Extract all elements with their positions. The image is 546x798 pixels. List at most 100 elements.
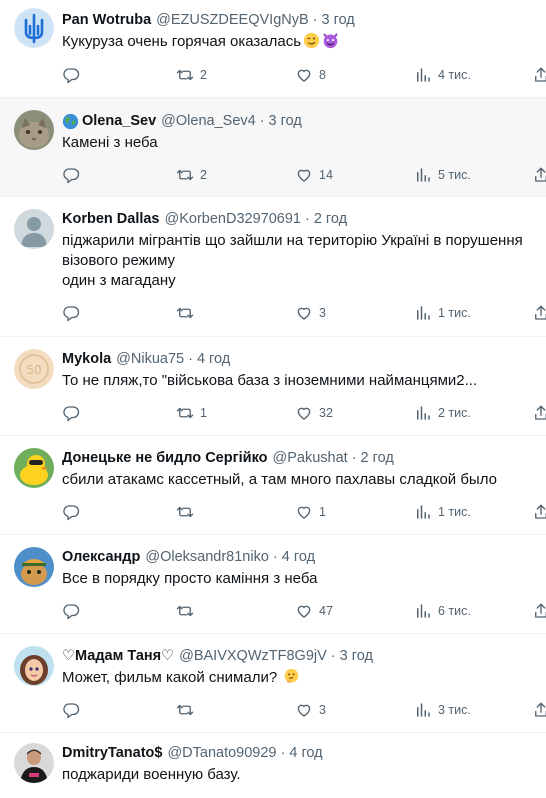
reply-button[interactable] <box>62 601 86 621</box>
heart-icon <box>297 169 311 182</box>
user-name[interactable]: Донецьке не бидло Сергійко <box>62 448 268 468</box>
user-handle[interactable]: @Pakushat <box>273 448 348 468</box>
reply-button[interactable] <box>62 165 86 185</box>
share-button[interactable] <box>532 303 546 323</box>
views-count: 1 тис. <box>438 505 471 519</box>
like-button[interactable]: 1 <box>295 502 326 522</box>
user-handle[interactable]: @BAIVXQWzTF8G9jV <box>179 646 327 666</box>
separator-dot: · <box>259 113 265 129</box>
reply-time[interactable]: 4 год <box>197 349 230 369</box>
user-name[interactable]: Korben Dallas <box>62 209 160 229</box>
reply-time[interactable]: 2 год <box>314 209 347 229</box>
like-button[interactable]: 47 <box>295 601 333 621</box>
separator-dot: · <box>312 12 318 28</box>
retweet-button[interactable]: 2 <box>176 65 207 85</box>
like-count: 14 <box>319 168 333 182</box>
heart-icon <box>297 407 311 420</box>
retweet-button[interactable]: 2 <box>176 165 207 185</box>
retweet-button[interactable] <box>176 601 200 621</box>
separator-dot: · <box>272 549 278 565</box>
retweet-button[interactable] <box>176 303 200 323</box>
avatar[interactable] <box>14 209 54 249</box>
reply-button[interactable] <box>62 303 86 323</box>
reply-item[interactable]: Korben Dallas @KorbenD32970691 · 2 год п… <box>0 197 546 337</box>
retweet-button[interactable]: 1 <box>176 403 207 423</box>
user-handle[interactable]: @Nikua75 <box>116 349 184 369</box>
like-button[interactable]: 3 <box>295 303 326 323</box>
reply-button[interactable] <box>62 502 86 522</box>
heart-icon <box>297 605 311 618</box>
like-count: 1 <box>319 505 326 519</box>
like-button[interactable]: 8 <box>295 65 326 85</box>
avatar[interactable] <box>14 8 54 48</box>
reply-time[interactable]: 3 год <box>322 10 355 30</box>
reply-time[interactable]: 4 год <box>282 547 315 567</box>
reply-text: Все в порядку просто каміння з неба <box>62 570 318 587</box>
user-name[interactable]: ♡Мадам Таня♡ <box>62 646 174 666</box>
views-button[interactable]: 5 тис. <box>414 165 471 185</box>
reply-icon <box>63 306 80 322</box>
views-button[interactable]: 1 тис. <box>414 502 471 522</box>
views-button[interactable]: 6 тис. <box>414 601 471 621</box>
like-button[interactable]: 3 <box>295 700 326 720</box>
reply-item[interactable]: ♡Мадам Таня♡ @BAIVXQWzTF8G9jV · 3 год Мо… <box>0 634 546 733</box>
avatar[interactable] <box>14 743 54 783</box>
cat-avatar-icon <box>14 110 54 150</box>
share-icon <box>535 603 546 618</box>
retweet-count: 2 <box>200 68 207 82</box>
views-button[interactable]: 1 тис. <box>414 303 471 323</box>
share-icon <box>535 702 546 717</box>
reply-item[interactable]: 50 Mykola @Nikua75 · 4 год То не пляж,то… <box>0 337 546 436</box>
reply-time[interactable]: 2 год <box>361 448 394 468</box>
user-name[interactable]: Mykola <box>62 349 111 369</box>
reply-item[interactable]: Донецьке не бидло Сергійко @Pakushat · 2… <box>0 436 546 535</box>
avatar[interactable] <box>14 547 54 587</box>
share-button[interactable] <box>532 165 546 185</box>
user-handle[interactable]: @KorbenD32970691 <box>165 209 301 229</box>
retweet-icon <box>176 307 194 319</box>
user-handle[interactable]: @EZUSZDEEQVIgNyB <box>156 10 309 30</box>
user-handle[interactable]: @Oleksandr81niko <box>145 547 269 567</box>
avatar[interactable] <box>14 110 54 150</box>
views-button[interactable]: 2 тис. <box>414 403 471 423</box>
share-button[interactable] <box>532 700 546 720</box>
views-button[interactable]: 4 тис. <box>414 65 471 85</box>
reply-item[interactable]: Olena_Sev @Olena_Sev4 · 3 год Камені з н… <box>0 98 546 197</box>
reply-icon <box>63 703 80 719</box>
user-handle[interactable]: @Olena_Sev4 <box>161 111 256 131</box>
reply-button[interactable] <box>62 65 86 85</box>
reply-item[interactable]: Олександр @Oleksandr81niko · 4 год Все в… <box>0 535 546 634</box>
share-button[interactable] <box>532 601 546 621</box>
user-name[interactable]: DmitryTanato$ <box>62 743 162 763</box>
views-chart-icon <box>417 306 430 320</box>
share-button[interactable] <box>532 65 546 85</box>
views-button[interactable]: 3 тис. <box>414 700 471 720</box>
user-name[interactable]: Олександр <box>62 547 140 567</box>
retweet-icon <box>176 69 194 81</box>
like-count: 32 <box>319 406 333 420</box>
avatar[interactable] <box>14 448 54 488</box>
reply-text-row: Может, фильм какой снимали? <box>62 668 534 688</box>
reply-time[interactable]: 4 год <box>289 743 322 763</box>
reply-button[interactable] <box>62 700 86 720</box>
like-button[interactable]: 32 <box>295 403 333 423</box>
retweet-button[interactable] <box>176 700 200 720</box>
reply-item[interactable]: DmitryTanato$ @DTanato90929 · 4 год подж… <box>0 733 546 798</box>
retweet-button[interactable] <box>176 502 200 522</box>
user-name[interactable]: Olena_Sev <box>82 111 156 131</box>
like-button[interactable]: 14 <box>295 165 333 185</box>
share-button[interactable] <box>532 502 546 522</box>
share-icon <box>535 305 546 320</box>
views-chart-icon <box>417 604 430 618</box>
user-handle[interactable]: @DTanato90929 <box>167 743 276 763</box>
user-name[interactable]: Pan Wotruba <box>62 10 151 30</box>
reply-item[interactable]: Pan Wotruba @EZUSZDEEQVIgNyB · 3 год Кук… <box>0 0 546 98</box>
share-button[interactable] <box>532 403 546 423</box>
reply-time[interactable]: 3 год <box>340 646 373 666</box>
share-icon <box>535 504 546 519</box>
avatar[interactable]: 50 <box>14 349 54 389</box>
reply-button[interactable] <box>62 403 86 423</box>
heart-icon <box>297 307 311 320</box>
reply-time[interactable]: 3 год <box>269 111 302 131</box>
avatar[interactable] <box>14 646 54 686</box>
